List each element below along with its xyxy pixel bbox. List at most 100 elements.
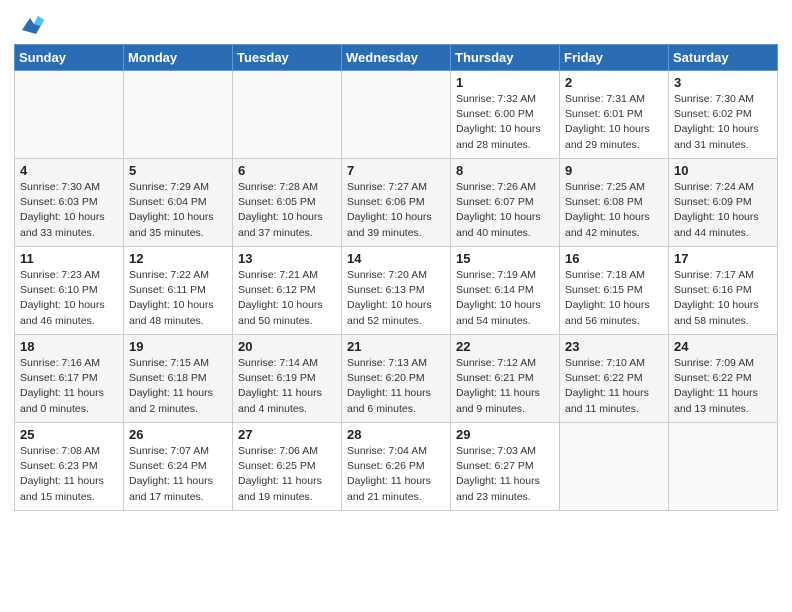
weekday-header: Sunday: [15, 45, 124, 71]
day-info: Sunrise: 7:29 AM Sunset: 6:04 PM Dayligh…: [129, 180, 227, 241]
logo: [14, 10, 44, 38]
day-number: 12: [129, 251, 227, 266]
calendar-day-cell: 20 Sunrise: 7:14 AM Sunset: 6:19 PM Dayli…: [233, 335, 342, 423]
day-info: Sunrise: 7:09 AM Sunset: 6:22 PM Dayligh…: [674, 356, 772, 417]
day-info: Sunrise: 7:25 AM Sunset: 6:08 PM Dayligh…: [565, 180, 663, 241]
calendar-day-cell: 23Sunrise: 7:10 AM Sunset: 6:22 PM Dayli…: [560, 335, 669, 423]
page: SundayMondayTuesdayWednesdayThursdayFrid…: [0, 0, 792, 521]
day-number: 3: [674, 75, 772, 90]
day-info: Sunrise: 7:03 AM Sunset: 6:27 PM Dayligh…: [456, 444, 554, 505]
calendar-day-cell: 22Sunrise: 7:12 AM Sunset: 6:21 PM Dayli…: [451, 335, 560, 423]
calendar-week-row: 4 Sunrise: 7:30 AM Sunset: 6:03 PM Daylig…: [15, 159, 778, 247]
calendar-day-cell: [342, 71, 451, 159]
logo-bird-icon: [16, 10, 44, 38]
day-info: Sunrise: 7:28 AM Sunset: 6:05 PM Dayligh…: [238, 180, 336, 241]
calendar-header-row: SundayMondayTuesdayWednesdayThursdayFrid…: [15, 45, 778, 71]
day-number: 15: [456, 251, 554, 266]
calendar-day-cell: 28 Sunrise: 7:04 AM Sunset: 6:26 PM Dayli…: [342, 423, 451, 511]
day-number: 9: [565, 163, 663, 178]
calendar-day-cell: 3 Sunrise: 7:30 AM Sunset: 6:02 PM Daylig…: [669, 71, 778, 159]
day-number: 20: [238, 339, 336, 354]
calendar-day-cell: 15Sunrise: 7:19 AM Sunset: 6:14 PM Dayli…: [451, 247, 560, 335]
calendar-day-cell: [233, 71, 342, 159]
day-number: 21: [347, 339, 445, 354]
day-info: Sunrise: 7:26 AM Sunset: 6:07 PM Dayligh…: [456, 180, 554, 241]
day-info: Sunrise: 7:30 AM Sunset: 6:02 PM Dayligh…: [674, 92, 772, 153]
day-number: 25: [20, 427, 118, 442]
day-info: Sunrise: 7:27 AM Sunset: 6:06 PM Dayligh…: [347, 180, 445, 241]
calendar-day-cell: 17 Sunrise: 7:17 AM Sunset: 6:16 PM Dayli…: [669, 247, 778, 335]
day-info: Sunrise: 7:13 AM Sunset: 6:20 PM Dayligh…: [347, 356, 445, 417]
day-number: 29: [456, 427, 554, 442]
day-info: Sunrise: 7:14 AM Sunset: 6:19 PM Dayligh…: [238, 356, 336, 417]
day-info: Sunrise: 7:16 AM Sunset: 6:17 PM Dayligh…: [20, 356, 118, 417]
day-number: 28: [347, 427, 445, 442]
day-info: Sunrise: 7:21 AM Sunset: 6:12 PM Dayligh…: [238, 268, 336, 329]
calendar-week-row: 25 Sunrise: 7:08 AM Sunset: 6:23 PM Dayli…: [15, 423, 778, 511]
day-info: Sunrise: 7:04 AM Sunset: 6:26 PM Dayligh…: [347, 444, 445, 505]
calendar-day-cell: 25 Sunrise: 7:08 AM Sunset: 6:23 PM Dayli…: [15, 423, 124, 511]
day-info: Sunrise: 7:17 AM Sunset: 6:16 PM Dayligh…: [674, 268, 772, 329]
day-info: Sunrise: 7:10 AM Sunset: 6:22 PM Dayligh…: [565, 356, 663, 417]
day-number: 22: [456, 339, 554, 354]
calendar-day-cell: [669, 423, 778, 511]
calendar-day-cell: 1 Sunrise: 7:32 AM Sunset: 6:00 PM Daylig…: [451, 71, 560, 159]
day-number: 2: [565, 75, 663, 90]
calendar-day-cell: 24 Sunrise: 7:09 AM Sunset: 6:22 PM Dayli…: [669, 335, 778, 423]
calendar-day-cell: 16 Sunrise: 7:18 AM Sunset: 6:15 PM Dayli…: [560, 247, 669, 335]
day-number: 16: [565, 251, 663, 266]
calendar-day-cell: 10Sunrise: 7:24 AM Sunset: 6:09 PM Dayli…: [669, 159, 778, 247]
calendar-day-cell: 6 Sunrise: 7:28 AM Sunset: 6:05 PM Daylig…: [233, 159, 342, 247]
calendar-day-cell: [15, 71, 124, 159]
day-number: 13: [238, 251, 336, 266]
day-number: 4: [20, 163, 118, 178]
day-info: Sunrise: 7:30 AM Sunset: 6:03 PM Dayligh…: [20, 180, 118, 241]
calendar-day-cell: 19 Sunrise: 7:15 AM Sunset: 6:18 PM Dayli…: [124, 335, 233, 423]
day-number: 6: [238, 163, 336, 178]
weekday-header: Saturday: [669, 45, 778, 71]
day-number: 26: [129, 427, 227, 442]
calendar-table: SundayMondayTuesdayWednesdayThursdayFrid…: [14, 44, 778, 511]
calendar-day-cell: 8 Sunrise: 7:26 AM Sunset: 6:07 PM Daylig…: [451, 159, 560, 247]
day-info: Sunrise: 7:20 AM Sunset: 6:13 PM Dayligh…: [347, 268, 445, 329]
header: [14, 10, 778, 38]
day-info: Sunrise: 7:18 AM Sunset: 6:15 PM Dayligh…: [565, 268, 663, 329]
day-number: 10: [674, 163, 772, 178]
day-number: 19: [129, 339, 227, 354]
calendar-day-cell: 27Sunrise: 7:06 AM Sunset: 6:25 PM Dayli…: [233, 423, 342, 511]
calendar-day-cell: 13 Sunrise: 7:21 AM Sunset: 6:12 PM Dayli…: [233, 247, 342, 335]
day-number: 17: [674, 251, 772, 266]
day-info: Sunrise: 7:07 AM Sunset: 6:24 PM Dayligh…: [129, 444, 227, 505]
weekday-header: Thursday: [451, 45, 560, 71]
calendar-day-cell: 26 Sunrise: 7:07 AM Sunset: 6:24 PM Dayli…: [124, 423, 233, 511]
weekday-header: Monday: [124, 45, 233, 71]
day-number: 11: [20, 251, 118, 266]
day-number: 24: [674, 339, 772, 354]
calendar-day-cell: 12 Sunrise: 7:22 AM Sunset: 6:11 PM Dayli…: [124, 247, 233, 335]
calendar-day-cell: 5Sunrise: 7:29 AM Sunset: 6:04 PM Daylig…: [124, 159, 233, 247]
weekday-header: Friday: [560, 45, 669, 71]
day-number: 27: [238, 427, 336, 442]
day-info: Sunrise: 7:08 AM Sunset: 6:23 PM Dayligh…: [20, 444, 118, 505]
day-number: 14: [347, 251, 445, 266]
calendar-week-row: 1 Sunrise: 7:32 AM Sunset: 6:00 PM Daylig…: [15, 71, 778, 159]
calendar-week-row: 18 Sunrise: 7:16 AM Sunset: 6:17 PM Dayli…: [15, 335, 778, 423]
day-number: 8: [456, 163, 554, 178]
calendar-day-cell: 9 Sunrise: 7:25 AM Sunset: 6:08 PM Daylig…: [560, 159, 669, 247]
calendar-day-cell: [560, 423, 669, 511]
calendar-day-cell: 14 Sunrise: 7:20 AM Sunset: 6:13 PM Dayli…: [342, 247, 451, 335]
day-info: Sunrise: 7:32 AM Sunset: 6:00 PM Dayligh…: [456, 92, 554, 153]
calendar-day-cell: 21 Sunrise: 7:13 AM Sunset: 6:20 PM Dayli…: [342, 335, 451, 423]
calendar-week-row: 11Sunrise: 7:23 AM Sunset: 6:10 PM Dayli…: [15, 247, 778, 335]
calendar-day-cell: 7 Sunrise: 7:27 AM Sunset: 6:06 PM Daylig…: [342, 159, 451, 247]
day-info: Sunrise: 7:15 AM Sunset: 6:18 PM Dayligh…: [129, 356, 227, 417]
day-info: Sunrise: 7:22 AM Sunset: 6:11 PM Dayligh…: [129, 268, 227, 329]
calendar-day-cell: [124, 71, 233, 159]
day-number: 18: [20, 339, 118, 354]
calendar-day-cell: 18 Sunrise: 7:16 AM Sunset: 6:17 PM Dayli…: [15, 335, 124, 423]
day-number: 7: [347, 163, 445, 178]
weekday-header: Wednesday: [342, 45, 451, 71]
day-number: 1: [456, 75, 554, 90]
weekday-header: Tuesday: [233, 45, 342, 71]
calendar-day-cell: 4 Sunrise: 7:30 AM Sunset: 6:03 PM Daylig…: [15, 159, 124, 247]
